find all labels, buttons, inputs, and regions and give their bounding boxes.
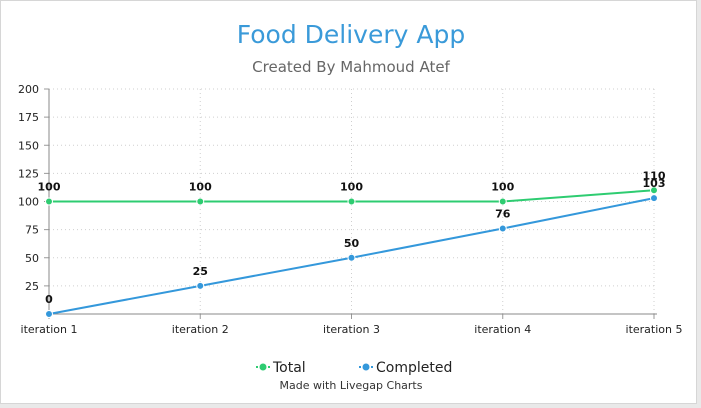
y-tick-label: 50 bbox=[25, 252, 39, 265]
data-label: 0 bbox=[45, 293, 53, 306]
data-label: 76 bbox=[495, 208, 511, 221]
y-tick-label: 150 bbox=[18, 139, 39, 152]
data-point bbox=[196, 281, 205, 290]
x-tick-label: iteration 1 bbox=[21, 323, 78, 336]
legend-swatch-point bbox=[259, 363, 267, 371]
data-point bbox=[498, 197, 507, 206]
data-point bbox=[498, 224, 507, 233]
data-point bbox=[45, 197, 53, 206]
axes: 255075100125150175200iteration 1 iteratio… bbox=[18, 83, 682, 336]
legend[interactable]: Total Completed bbox=[256, 360, 452, 376]
x-tick-label: iteration 5 bbox=[626, 323, 683, 336]
x-tick-label: iteration 3 bbox=[323, 323, 380, 336]
y-tick-label: 100 bbox=[18, 196, 39, 209]
y-tick-label: 75 bbox=[25, 224, 39, 237]
data-point bbox=[347, 197, 356, 206]
data-label: 103 bbox=[643, 177, 666, 190]
y-tick-label: 200 bbox=[18, 83, 39, 96]
footer-credit: Made with Livegap Charts bbox=[280, 379, 423, 392]
data-point bbox=[45, 310, 53, 318]
data-label: 100 bbox=[38, 181, 61, 194]
data-label: 100 bbox=[340, 181, 363, 194]
legend-swatch-point bbox=[362, 363, 370, 371]
data-label: 50 bbox=[344, 237, 360, 250]
x-tick-label: iteration 2 bbox=[172, 323, 229, 336]
legend-label: Total bbox=[272, 360, 306, 376]
y-tick-label: 25 bbox=[25, 280, 39, 293]
chart-title: Food Delivery App bbox=[237, 20, 465, 49]
legend-item-completed[interactable]: Completed bbox=[359, 360, 452, 376]
legend-label: Completed bbox=[376, 360, 452, 376]
y-tick-label: 175 bbox=[18, 111, 39, 124]
data-point bbox=[650, 194, 658, 203]
data-label: 100 bbox=[189, 181, 212, 194]
chart-subtitle: Created By Mahmoud Atef bbox=[252, 58, 450, 76]
data-point bbox=[196, 197, 205, 206]
x-tick-label: iteration 4 bbox=[474, 323, 531, 336]
y-tick-label: 125 bbox=[18, 167, 39, 180]
chart-frame: Food Delivery App Created By Mahmoud Ate… bbox=[0, 0, 697, 404]
legend-item-total[interactable]: Total bbox=[256, 360, 306, 376]
line-chart: Food Delivery App Created By Mahmoud Ate… bbox=[18, 20, 682, 392]
data-label: 25 bbox=[193, 265, 208, 278]
data-point bbox=[347, 253, 356, 262]
data-label: 100 bbox=[491, 181, 514, 194]
